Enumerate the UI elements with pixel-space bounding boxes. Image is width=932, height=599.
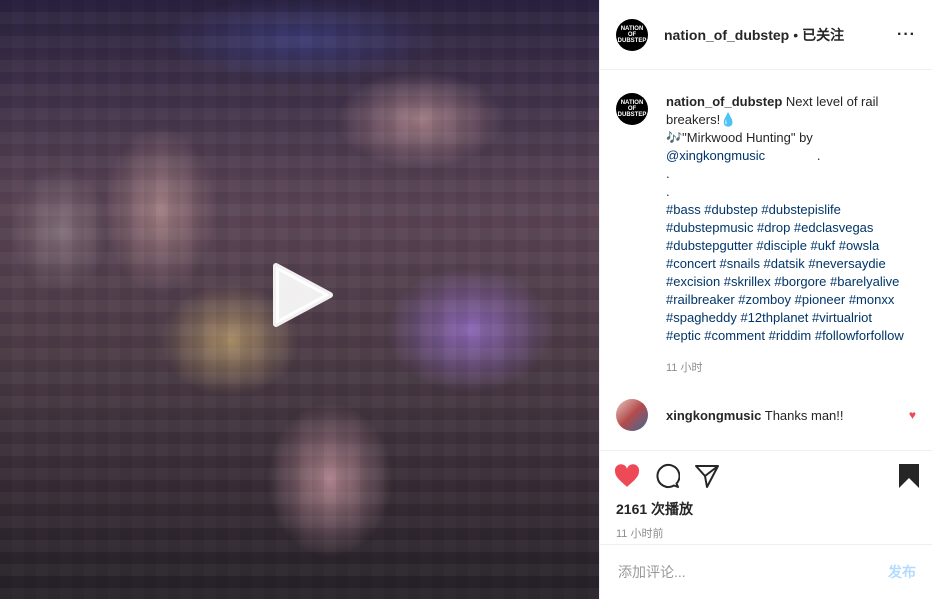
view-count[interactable]: 2161 次播放 [600,491,932,519]
separator-dot: • [793,26,799,43]
caption-dot: . [816,148,821,163]
heart-icon[interactable] [614,464,640,488]
caption-dot: . [666,166,670,181]
action-bar: 2161 次播放 11 小时前 [600,450,932,541]
bookmark-icon[interactable] [898,463,920,489]
caption-username[interactable]: nation_of_dubstep [666,94,782,109]
post-time[interactable]: 11 小时前 [600,519,932,541]
logo-text: NATION OF DUBSTEP [617,25,647,44]
caption-dot: . [666,184,670,199]
author-username[interactable]: nation_of_dubstep [664,27,789,43]
comment-input[interactable] [616,563,888,581]
logo-text: NATION OF DUBSTEP [617,100,647,118]
hashtags[interactable]: #bass #dubstep #dubstepislife #dubstepmu… [666,202,904,343]
comment-icon[interactable] [654,463,680,489]
caption-time[interactable]: 11 小时 [666,359,906,377]
comment-body: xingkongmusic Thanks man!! [666,408,844,423]
comment-like-icon[interactable]: ♥ [909,408,916,422]
video-player[interactable] [0,0,599,599]
share-icon[interactable] [694,463,720,489]
post-sidebar: NATION OF DUBSTEP nation_of_dubstep • 已关… [599,0,932,599]
avatar[interactable]: NATION OF DUBSTEP [616,93,648,125]
avatar[interactable]: NATION OF DUBSTEP [616,18,648,51]
mention-link[interactable]: @xingkongmusic [666,148,765,163]
avatar[interactable] [616,399,648,431]
comments-list[interactable]: NATION OF DUBSTEP nation_of_dubstep Next… [600,71,932,450]
play-icon[interactable] [270,262,334,328]
post-comment-button[interactable]: 发布 [888,562,916,582]
song-line: 🎶"Mirkwood Hunting" by [666,130,813,145]
caption: NATION OF DUBSTEP nation_of_dubstep Next… [616,93,916,377]
comment-text: Thanks man!! [764,407,844,423]
more-options-icon[interactable]: ··· [897,26,916,44]
add-comment-bar: 发布 [600,544,932,599]
post-header: NATION OF DUBSTEP nation_of_dubstep • 已关… [600,0,932,70]
follow-status-button[interactable]: 已关注 [802,25,844,45]
action-icons [600,451,932,491]
comment-username[interactable]: xingkongmusic [666,408,761,423]
comment-item: xingkongmusic Thanks man!! ♥ [616,399,916,431]
caption-body: nation_of_dubstep Next level of rail bre… [666,93,906,377]
